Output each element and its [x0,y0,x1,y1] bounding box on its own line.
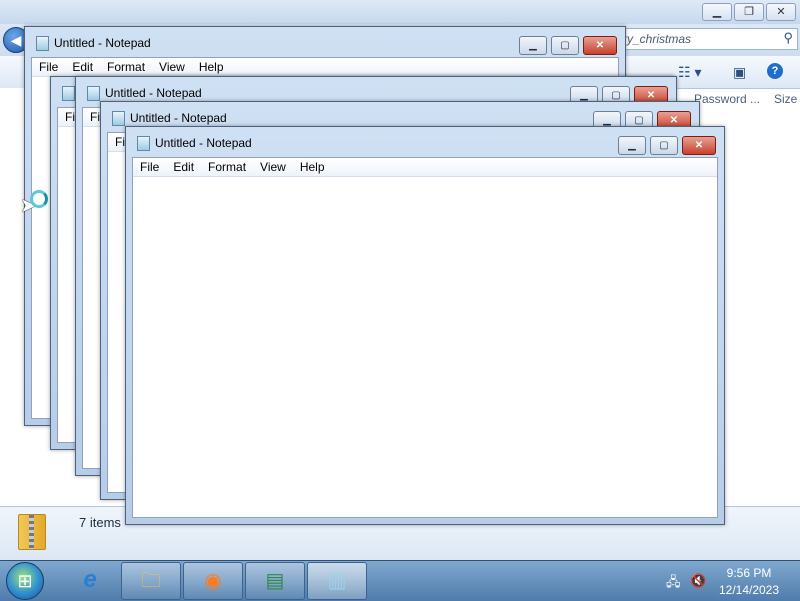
window-title: Untitled - Notepad [130,111,227,125]
notepad-icon [137,136,150,151]
start-button[interactable]: ⊞ [6,562,44,600]
taskbar-notepad-button[interactable]: ▥ [307,562,367,600]
taskbar-notepad-pad-button[interactable]: ▤ [245,562,305,600]
notepad-pad-icon: ▤ [265,570,285,592]
menu-help[interactable]: Help [293,158,332,176]
menu-view[interactable]: View [152,58,192,76]
column-header-size[interactable]: Size [774,92,797,106]
menu-edit[interactable]: Edit [166,158,201,176]
notepad-icon [112,111,125,126]
close-button[interactable]: ✕ [682,136,716,155]
notepad-icon [36,36,49,51]
maximize-button[interactable]: ▢ [551,36,579,55]
folder-icon: 🗀 [141,570,161,592]
column-header-password[interactable]: Password ... [694,92,760,106]
explorer-maximize-button[interactable]: ❐ [734,3,764,21]
window-title: Untitled - Notepad [105,86,202,100]
menu-bar: FileEditFormatViewHelp [133,158,717,177]
close-button[interactable]: ✕ [583,36,617,55]
windows-logo-icon: ⊞ [17,571,33,591]
clock-date[interactable]: 12/14/2023 [700,583,798,597]
internet-explorer-icon[interactable]: e [70,562,110,598]
menu-file[interactable]: File [32,58,65,76]
menu-edit[interactable]: Edit [65,58,100,76]
search-input-text: ry_christmas [623,32,692,46]
menu-format[interactable]: Format [201,158,253,176]
network-icon[interactable]: 🖧 [666,573,681,595]
menu-bar: FileEditFormatViewHelp [32,58,618,77]
firefox-icon: ◉ [204,570,222,592]
zip-folder-icon [18,514,46,550]
view-options-icon[interactable]: ☷ ▾ [678,64,701,81]
explorer-title-bar [0,0,800,24]
clock-time[interactable]: 9:56 PM [700,566,798,580]
text-editor-area[interactable]: FileEditFormatViewHelp [132,157,718,518]
maximize-button[interactable]: ▢ [650,136,678,155]
minimize-button[interactable]: ▁ [618,136,646,155]
help-icon[interactable]: ? [767,63,783,79]
menu-format[interactable]: Format [100,58,152,76]
back-arrow-icon: ◀ [10,32,22,48]
menu-help[interactable]: Help [192,58,231,76]
items-count: 7 items [79,515,121,530]
busy-spinner-icon [30,190,48,208]
notepad-icon: ▥ [327,570,347,592]
minimize-button[interactable]: ▁ [519,36,547,55]
menu-file[interactable]: File [133,158,166,176]
menu-view[interactable]: View [253,158,293,176]
explorer-minimize-button[interactable]: ▁ [702,3,732,21]
taskbar-firefox-button[interactable]: ◉ [183,562,243,600]
search-icon[interactable]: ⚲ [783,30,793,46]
taskbar-explorer-button[interactable]: 🗀 [121,562,181,600]
preview-pane-icon[interactable]: ▣ [733,64,746,81]
explorer-close-button[interactable]: ✕ [766,3,796,21]
notepad-icon [62,86,75,101]
window-title: Untitled - Notepad [155,136,252,150]
window-title: Untitled - Notepad [54,36,151,50]
notepad-icon [87,86,100,101]
notepad-window-5[interactable]: Untitled - Notepad ▁ ▢ ✕ File Edit Format V… [125,126,725,525]
